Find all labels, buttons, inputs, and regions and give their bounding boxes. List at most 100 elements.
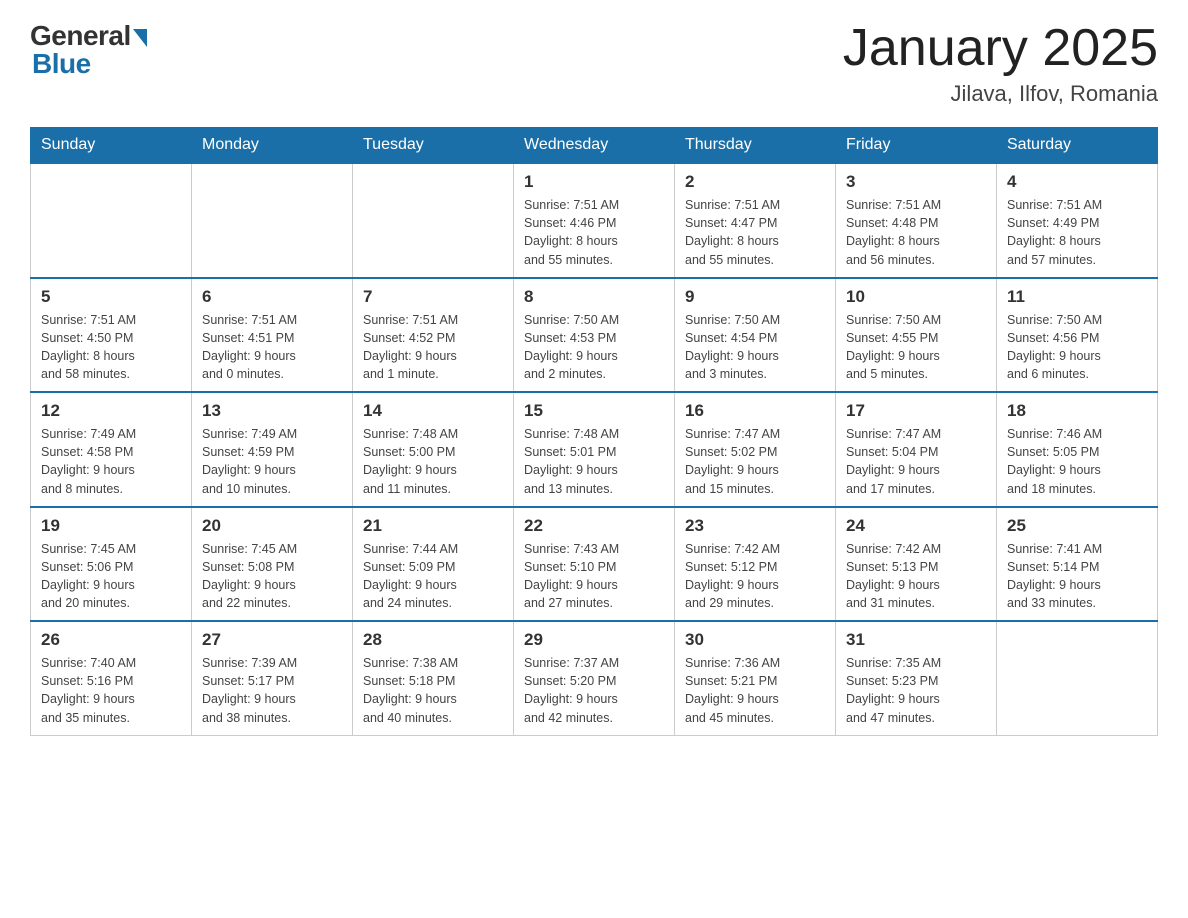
day-number: 9 [685, 287, 825, 307]
calendar-title: January 2025 [843, 20, 1158, 77]
day-number: 19 [41, 516, 181, 536]
day-info: Sunrise: 7:50 AMSunset: 4:54 PMDaylight:… [685, 311, 825, 384]
calendar-cell: 30Sunrise: 7:36 AMSunset: 5:21 PMDayligh… [675, 621, 836, 735]
day-info: Sunrise: 7:46 AMSunset: 5:05 PMDaylight:… [1007, 425, 1147, 498]
day-info: Sunrise: 7:49 AMSunset: 4:58 PMDaylight:… [41, 425, 181, 498]
day-info: Sunrise: 7:38 AMSunset: 5:18 PMDaylight:… [363, 654, 503, 727]
calendar-cell: 12 Sunrise: 7:49 AMSunset: 4:58 PMDayligh… [31, 392, 192, 507]
day-info: Sunrise: 7:50 AMSunset: 4:53 PMDaylight:… [524, 311, 664, 384]
day-info: Sunrise: 7:43 AMSunset: 5:10 PMDaylight:… [524, 540, 664, 613]
calendar-cell: 24 Sunrise: 7:42 AMSunset: 5:13 PMDayligh… [836, 507, 997, 622]
day-number: 17 [846, 401, 986, 421]
day-number: 25 [1007, 516, 1147, 536]
day-number: 11 [1007, 287, 1147, 307]
calendar-day-header: Friday [836, 128, 997, 164]
calendar-cell: 16 Sunrise: 7:47 AMSunset: 5:02 PMDayligh… [675, 392, 836, 507]
day-info: Sunrise: 7:42 AMSunset: 5:13 PMDaylight:… [846, 540, 986, 613]
day-number: 3 [846, 172, 986, 192]
day-number: 15 [524, 401, 664, 421]
calendar-cell: 13 Sunrise: 7:49 AMSunset: 4:59 PMDayligh… [192, 392, 353, 507]
day-info: Sunrise: 7:51 AMSunset: 4:52 PMDaylight:… [363, 311, 503, 384]
calendar-cell: 23 Sunrise: 7:42 AMSunset: 5:12 PMDayligh… [675, 507, 836, 622]
calendar-table: SundayMondayTuesdayWednesdayThursdayFrid… [30, 127, 1158, 736]
calendar-cell: 21 Sunrise: 7:44 AMSunset: 5:09 PMDayligh… [353, 507, 514, 622]
calendar-day-header: Wednesday [514, 128, 675, 164]
day-info: Sunrise: 7:51 AMSunset: 4:50 PMDaylight:… [41, 311, 181, 384]
day-number: 21 [363, 516, 503, 536]
day-number: 23 [685, 516, 825, 536]
day-info: Sunrise: 7:35 AMSunset: 5:23 PMDaylight:… [846, 654, 986, 727]
calendar-cell: 31 Sunrise: 7:35 AMSunset: 5:23 PMDayligh… [836, 621, 997, 735]
calendar-subtitle: Jilava, Ilfov, Romania [843, 81, 1158, 107]
calendar-day-header: Saturday [997, 128, 1158, 164]
day-number: 22 [524, 516, 664, 536]
logo-triangle-icon [133, 29, 147, 47]
day-info: Sunrise: 7:51 AMSunset: 4:46 PMDaylight:… [524, 196, 664, 269]
day-number: 24 [846, 516, 986, 536]
day-info: Sunrise: 7:51 AMSunset: 4:48 PMDaylight:… [846, 196, 986, 269]
day-number: 29 [524, 630, 664, 650]
calendar-cell: 27 Sunrise: 7:39 AMSunset: 5:17 PMDayligh… [192, 621, 353, 735]
day-info: Sunrise: 7:48 AMSunset: 5:01 PMDaylight:… [524, 425, 664, 498]
day-info: Sunrise: 7:47 AMSunset: 5:04 PMDaylight:… [846, 425, 986, 498]
calendar-cell: 7Sunrise: 7:51 AMSunset: 4:52 PMDaylight… [353, 278, 514, 393]
day-info: Sunrise: 7:47 AMSunset: 5:02 PMDaylight:… [685, 425, 825, 498]
day-number: 5 [41, 287, 181, 307]
day-number: 1 [524, 172, 664, 192]
calendar-cell: 6 Sunrise: 7:51 AMSunset: 4:51 PMDaylight… [192, 278, 353, 393]
day-number: 31 [846, 630, 986, 650]
day-info: Sunrise: 7:37 AMSunset: 5:20 PMDaylight:… [524, 654, 664, 727]
day-number: 4 [1007, 172, 1147, 192]
calendar-header-row: SundayMondayTuesdayWednesdayThursdayFrid… [31, 128, 1158, 164]
logo-blue-text: Blue [32, 48, 91, 80]
calendar-week-row: 1 Sunrise: 7:51 AMSunset: 4:46 PMDaylight… [31, 163, 1158, 278]
day-number: 13 [202, 401, 342, 421]
day-info: Sunrise: 7:48 AMSunset: 5:00 PMDaylight:… [363, 425, 503, 498]
day-number: 8 [524, 287, 664, 307]
day-number: 2 [685, 172, 825, 192]
day-number: 16 [685, 401, 825, 421]
calendar-cell: 14Sunrise: 7:48 AMSunset: 5:00 PMDayligh… [353, 392, 514, 507]
day-info: Sunrise: 7:39 AMSunset: 5:17 PMDaylight:… [202, 654, 342, 727]
day-info: Sunrise: 7:49 AMSunset: 4:59 PMDaylight:… [202, 425, 342, 498]
calendar-cell: 8 Sunrise: 7:50 AMSunset: 4:53 PMDaylight… [514, 278, 675, 393]
day-info: Sunrise: 7:44 AMSunset: 5:09 PMDaylight:… [363, 540, 503, 613]
calendar-cell: 15 Sunrise: 7:48 AMSunset: 5:01 PMDayligh… [514, 392, 675, 507]
day-info: Sunrise: 7:51 AMSunset: 4:47 PMDaylight:… [685, 196, 825, 269]
calendar-cell: 20Sunrise: 7:45 AMSunset: 5:08 PMDayligh… [192, 507, 353, 622]
calendar-cell: 25Sunrise: 7:41 AMSunset: 5:14 PMDayligh… [997, 507, 1158, 622]
day-number: 6 [202, 287, 342, 307]
day-number: 10 [846, 287, 986, 307]
title-section: January 2025 Jilava, Ilfov, Romania [843, 20, 1158, 107]
calendar-cell [353, 163, 514, 278]
calendar-cell: 19 Sunrise: 7:45 AMSunset: 5:06 PMDayligh… [31, 507, 192, 622]
calendar-cell: 9 Sunrise: 7:50 AMSunset: 4:54 PMDaylight… [675, 278, 836, 393]
calendar-week-row: 19 Sunrise: 7:45 AMSunset: 5:06 PMDayligh… [31, 507, 1158, 622]
day-info: Sunrise: 7:40 AMSunset: 5:16 PMDaylight:… [41, 654, 181, 727]
calendar-week-row: 26Sunrise: 7:40 AMSunset: 5:16 PMDayligh… [31, 621, 1158, 735]
page-header: General Blue January 2025 Jilava, Ilfov,… [30, 20, 1158, 107]
day-info: Sunrise: 7:51 AMSunset: 4:49 PMDaylight:… [1007, 196, 1147, 269]
day-number: 12 [41, 401, 181, 421]
calendar-cell: 1 Sunrise: 7:51 AMSunset: 4:46 PMDaylight… [514, 163, 675, 278]
day-number: 30 [685, 630, 825, 650]
calendar-day-header: Tuesday [353, 128, 514, 164]
calendar-cell [997, 621, 1158, 735]
calendar-day-header: Sunday [31, 128, 192, 164]
calendar-week-row: 12 Sunrise: 7:49 AMSunset: 4:58 PMDayligh… [31, 392, 1158, 507]
calendar-day-header: Monday [192, 128, 353, 164]
day-info: Sunrise: 7:45 AMSunset: 5:06 PMDaylight:… [41, 540, 181, 613]
day-number: 27 [202, 630, 342, 650]
calendar-cell: 28Sunrise: 7:38 AMSunset: 5:18 PMDayligh… [353, 621, 514, 735]
calendar-cell: 2 Sunrise: 7:51 AMSunset: 4:47 PMDaylight… [675, 163, 836, 278]
calendar-day-header: Thursday [675, 128, 836, 164]
day-info: Sunrise: 7:51 AMSunset: 4:51 PMDaylight:… [202, 311, 342, 384]
day-info: Sunrise: 7:50 AMSunset: 4:55 PMDaylight:… [846, 311, 986, 384]
calendar-week-row: 5 Sunrise: 7:51 AMSunset: 4:50 PMDaylight… [31, 278, 1158, 393]
calendar-cell: 22 Sunrise: 7:43 AMSunset: 5:10 PMDayligh… [514, 507, 675, 622]
calendar-cell: 26Sunrise: 7:40 AMSunset: 5:16 PMDayligh… [31, 621, 192, 735]
day-info: Sunrise: 7:42 AMSunset: 5:12 PMDaylight:… [685, 540, 825, 613]
day-info: Sunrise: 7:45 AMSunset: 5:08 PMDaylight:… [202, 540, 342, 613]
logo: General Blue [30, 20, 147, 80]
calendar-cell [192, 163, 353, 278]
